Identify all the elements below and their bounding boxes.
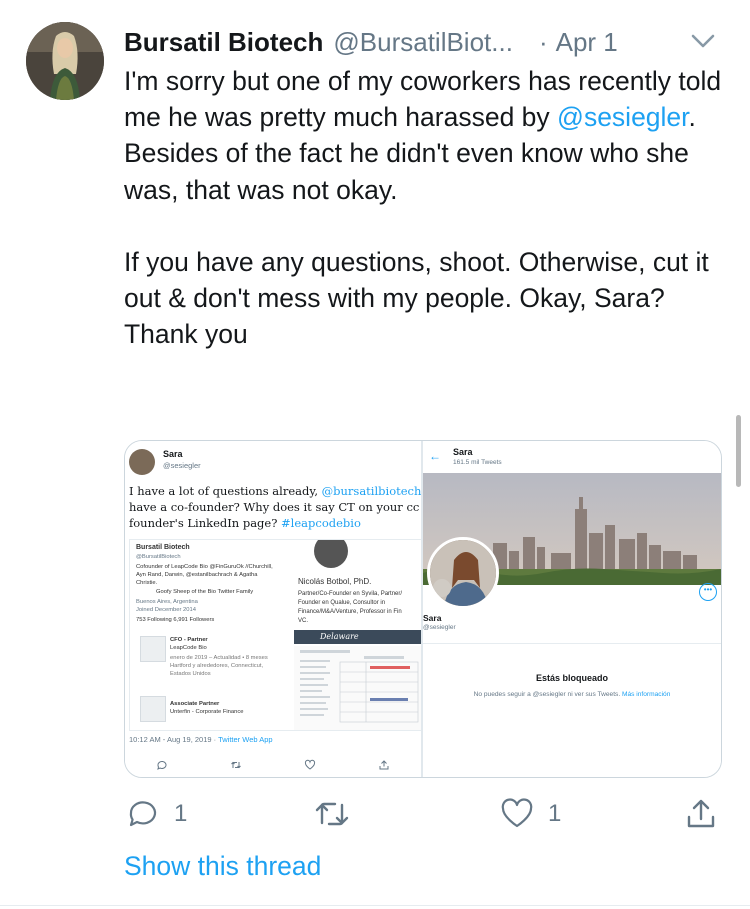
tweet-text-line: If you have any questions, shoot. Otherw… xyxy=(124,246,709,314)
screenshot-via: Twitter Web App xyxy=(218,735,273,744)
share-icon xyxy=(687,799,715,828)
screenshot-tweet-text: I have a lot of questions already, @burs… xyxy=(129,483,423,531)
retweet-icon xyxy=(315,802,349,826)
profile-avatar xyxy=(427,537,499,609)
profile-handle: @BursatilBiotech xyxy=(136,554,181,560)
retweet-icon xyxy=(231,761,241,769)
screenshot-time-text: 10:12 AM - Aug 19, 2019 · xyxy=(129,735,219,744)
profile-bio: Goofy Sheep of the Bio Twitter Family xyxy=(156,589,254,595)
profile-bio: Christie. xyxy=(136,580,158,586)
tweet-text-line: Besides of the fact he didn't even know … xyxy=(124,138,689,205)
profile-follow-counts: 753 Following 6,991 Followers xyxy=(136,617,215,623)
separator-dot: · xyxy=(538,26,548,57)
heart-icon xyxy=(304,759,316,770)
screenshot-actions xyxy=(125,757,421,773)
tweet-date[interactable]: Apr 1 xyxy=(556,27,618,58)
retweet-button[interactable] xyxy=(314,792,350,836)
tweet-text-punct: . xyxy=(688,102,696,133)
author-name[interactable]: Bursatil Biotech xyxy=(124,27,323,58)
profile-panel: Bursatil Biotech @BursatilBiotech Cofoun… xyxy=(130,540,292,730)
like-count: 1 xyxy=(548,800,562,827)
mention-link[interactable]: @sesiegler xyxy=(557,102,689,132)
person-photo xyxy=(314,540,348,568)
chevron-down-icon[interactable] xyxy=(686,24,720,58)
screenshot-text: founder's LinkedIn page? xyxy=(129,516,282,530)
person-name: Nicolás Botbol, PhD. xyxy=(298,577,372,586)
reply-icon xyxy=(129,801,157,827)
profile-bio: Ayn Rand, Darwin, @estanilbachrach & Aga… xyxy=(136,572,258,578)
job-country: Estados Unidos xyxy=(170,671,211,677)
media-image-2[interactable]: ← Sara 161.5 mil Tweets ••• Sara @sesieg… xyxy=(423,441,721,777)
share-icon xyxy=(379,760,389,770)
profile-location: Buenos Aires, Argentina xyxy=(136,599,198,605)
document-image xyxy=(294,646,421,730)
scrollbar[interactable] xyxy=(736,415,741,487)
tweet-actions: 1 1 xyxy=(124,792,724,836)
author-avatar[interactable] xyxy=(26,22,104,100)
tweet-text: I'm sorry but one of my coworkers has re… xyxy=(124,63,724,352)
job-title: Associate Partner xyxy=(170,701,220,707)
tweet-text-line: Thank you xyxy=(124,319,248,350)
person-bio: Founder en Qualue, Consultor in xyxy=(298,600,386,606)
job-place: Hartford y alrededores, Connecticut, xyxy=(170,663,264,669)
embedded-screenshot: Bursatil Biotech @BursatilBiotech Cofoun… xyxy=(129,539,421,731)
reply-button[interactable]: 1 xyxy=(126,792,187,836)
profile-joined: Joined December 2014 xyxy=(136,607,196,613)
screenshot-display-name: Sara xyxy=(423,613,442,623)
blocked-title: Estás bloqueado xyxy=(535,673,608,683)
person-bio: Finance/M&A/Venture, Professor in Fin xyxy=(298,609,402,615)
like-button[interactable]: 1 xyxy=(500,792,561,836)
divider xyxy=(423,643,721,644)
avatar xyxy=(129,449,155,475)
profile-title: Bursatil Biotech xyxy=(136,544,190,551)
author-handle[interactable]: @BursatilBiot... xyxy=(333,27,513,58)
blocked-text: No puedes seguir a @sesiegler ni ver sus… xyxy=(473,691,623,698)
screenshot-text: have a co-founder? Why does it say CT on… xyxy=(129,500,420,514)
job-dates: enero de 2019 – Actualidad • 8 meses xyxy=(170,655,268,661)
tweet[interactable]: Bursatil Biotech @BursatilBiot... · Apr … xyxy=(0,0,750,909)
screenshot-author-name: Sara xyxy=(163,449,183,459)
screenshot-timestamp: 10:12 AM - Aug 19, 2019 · Twitter Web Ap… xyxy=(129,735,273,744)
more-options-icon: ••• xyxy=(699,583,717,601)
person-bio: VC. xyxy=(298,618,309,624)
tweet-header: Bursatil Biotech @BursatilBiot... · Apr … xyxy=(124,22,720,62)
screenshot-tweet-count: 161.5 mil Tweets xyxy=(453,459,502,466)
blocked-message: No puedes seguir a @sesiegler ni ver sus… xyxy=(423,691,721,698)
profile-bio: Cofounder of LeapCode Bio @FinGuruOk //C… xyxy=(136,564,273,570)
job-title: CFO - Partner xyxy=(170,637,208,643)
job-company: LeapCode Bio xyxy=(170,645,207,651)
screenshot-text: I have a lot of questions already, xyxy=(129,484,322,498)
screenshot-hashtag: #leapcodebio xyxy=(281,516,361,530)
company-logo xyxy=(140,696,166,722)
more-info-link: Más información xyxy=(622,691,671,698)
back-arrow-icon: ← xyxy=(429,449,441,463)
media-image-1[interactable]: Sara @sesiegler I have a lot of question… xyxy=(125,441,423,777)
screenshot-profile-name: Sara xyxy=(453,447,473,457)
person-panel: Nicolás Botbol, PhD. Partner/Co-Founder … xyxy=(294,540,421,730)
screenshot-author-handle: @sesiegler xyxy=(163,461,201,470)
company-logo xyxy=(140,636,166,662)
screenshot-handle: @sesiegler xyxy=(423,624,456,631)
heart-icon xyxy=(501,798,533,828)
person-bio: Partner/Co-Founder en Syvila, Partner/ xyxy=(298,591,403,597)
reply-icon xyxy=(157,760,167,770)
media-attachment[interactable]: Sara @sesiegler I have a lot of question… xyxy=(124,440,722,778)
share-button[interactable] xyxy=(684,792,718,836)
show-thread-link[interactable]: Show this thread xyxy=(124,851,321,882)
reply-count: 1 xyxy=(174,800,188,827)
job-company: Unterfin - Corporate Finance xyxy=(170,709,244,715)
divider xyxy=(0,905,750,906)
screenshot-mention: @bursatilbiotech. xyxy=(321,484,423,498)
delaware-header: Delaware xyxy=(294,630,421,644)
